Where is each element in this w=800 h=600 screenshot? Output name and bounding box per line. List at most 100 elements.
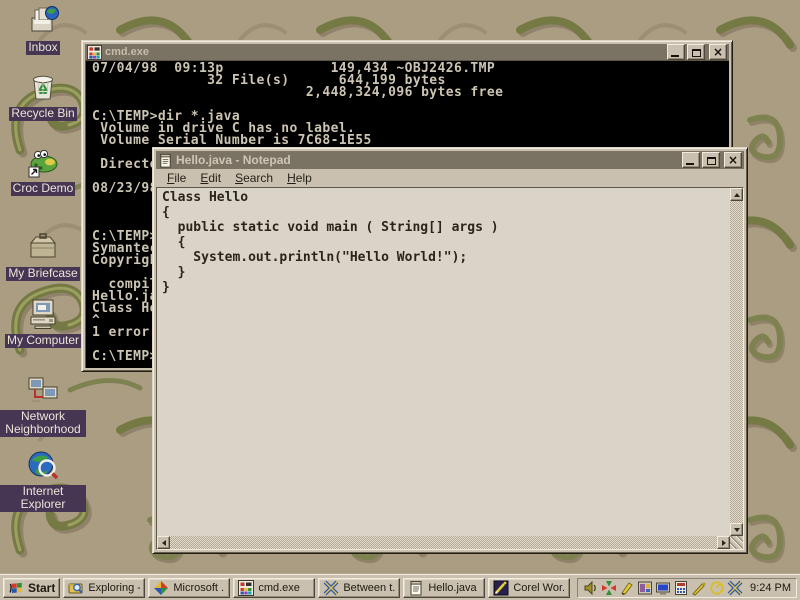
scroll-down-button[interactable]: [730, 523, 743, 536]
cmd-title: cmd.exe: [105, 46, 664, 58]
notepad-window-controls: ×: [682, 152, 742, 168]
pen-icon[interactable]: [691, 580, 707, 596]
desktop-icon-label: My Briefcase: [6, 267, 79, 281]
cmd-minimize-button[interactable]: [667, 44, 685, 60]
cmd-maximize-button[interactable]: [687, 44, 705, 60]
vertical-scrollbar[interactable]: [730, 188, 743, 536]
volume-icon[interactable]: [583, 580, 599, 596]
notepad-menubar: FileEditSearchHelp: [156, 169, 744, 187]
system-tray: 9:24 PM: [577, 578, 797, 598]
scroll-up-button[interactable]: [730, 188, 743, 201]
tray-icon-strip: [583, 580, 743, 596]
taskbar-button-label: Corel Wor...: [513, 582, 565, 594]
taskbar-button-label: Microsoft ...: [173, 582, 225, 594]
minimize-icon: [671, 55, 679, 57]
pencil-icon[interactable]: [619, 580, 635, 596]
notepad-edit-area[interactable]: Class Hello{ public static void main ( S…: [157, 188, 730, 536]
desktop-icon-my-computer[interactable]: My Computer: [0, 297, 86, 349]
scroll-right-button[interactable]: [717, 536, 730, 549]
scroll-left-button[interactable]: [157, 536, 170, 549]
desktop-icon-inbox[interactable]: Inbox: [0, 4, 86, 56]
menu-search[interactable]: Search: [228, 170, 280, 186]
corel-icon: [493, 580, 509, 596]
editor-line: {: [162, 205, 730, 220]
editor-line: }: [162, 280, 730, 295]
desktop-icon-label: Inbox: [26, 41, 59, 55]
menu-file[interactable]: File: [160, 170, 193, 186]
menu-help[interactable]: Help: [280, 170, 319, 186]
desktop-icon-label: Network Neighborhood: [0, 410, 86, 437]
notepad-window: Hello.java - Notepad × FileEditSearchHel…: [152, 147, 748, 554]
notepad-title: Hello.java - Notepad: [176, 153, 679, 167]
menu-edit[interactable]: Edit: [193, 170, 228, 186]
maximize-icon: [707, 157, 716, 165]
notepad-client-area: Class Hello{ public static void main ( S…: [156, 187, 744, 550]
cmd-titlebar[interactable]: cmd.exe ×: [85, 44, 729, 60]
taskbar: Start Exploring -... Microsoft ... cmd.exe…: [0, 574, 800, 600]
taskbar-button-hello-java[interactable]: Hello.java ...: [403, 578, 485, 598]
editor-line: public static void main ( String[] args …: [162, 220, 730, 235]
desktop-icon-network-neighborhood[interactable]: Network Neighborhood: [0, 374, 86, 438]
desktop-icon-croc-demo[interactable]: Croc Demo: [0, 145, 86, 197]
notepad-icon: [158, 153, 173, 168]
taskbar-button-cmd-exe[interactable]: cmd.exe: [233, 578, 315, 598]
minimize-icon: [686, 163, 694, 165]
notepad-maximize-button[interactable]: [702, 152, 720, 168]
desktop-icon-label: My Computer: [5, 334, 81, 348]
close-icon: ×: [710, 46, 726, 59]
arrow-left-icon: [162, 540, 166, 546]
explorer-icon: [68, 580, 84, 596]
network-neighborhood-icon: [0, 374, 86, 408]
display-settings-icon[interactable]: [655, 580, 671, 596]
croc-demo-icon: [0, 145, 86, 179]
close-icon: ×: [725, 154, 741, 167]
desktop-icon-my-briefcase[interactable]: My Briefcase: [0, 230, 86, 282]
msdos-icon: [87, 45, 102, 60]
editor-line: System.out.println("Hello World!");: [162, 250, 730, 265]
cmd-window-controls: ×: [667, 44, 727, 60]
clock[interactable]: 9:24 PM: [750, 582, 791, 594]
desktop-icon-recycle-bin[interactable]: Recycle Bin: [0, 70, 86, 122]
arrow-up-icon: [734, 193, 740, 197]
keyboard-layout-icon[interactable]: [637, 580, 653, 596]
spiral-g-icon[interactable]: [709, 580, 725, 596]
my-computer-icon: [0, 297, 86, 331]
cmd-close-button[interactable]: ×: [709, 44, 727, 60]
windows-flag-icon: [8, 580, 24, 596]
taskbar-button-label: Hello.java ...: [428, 582, 480, 594]
taskbar-button-between-t[interactable]: Between t...: [318, 578, 400, 598]
notepad-close-button[interactable]: ×: [724, 152, 742, 168]
horizontal-scrollbar[interactable]: [157, 536, 730, 549]
resize-grip[interactable]: [730, 536, 743, 549]
desktop-icon-label: Internet Explorer: [0, 485, 86, 512]
taskbar-button-corel-wor[interactable]: Corel Wor...: [488, 578, 570, 598]
editor-line: }: [162, 265, 730, 280]
taskbar-button-label: cmd.exe: [258, 582, 300, 594]
editor-line: {: [162, 235, 730, 250]
notepad-minimize-button[interactable]: [682, 152, 700, 168]
task-button-strip: Exploring -... Microsoft ... cmd.exe Betwee…: [63, 578, 570, 598]
inward-arrows-icon[interactable]: [601, 580, 617, 596]
start-label: Start: [28, 581, 55, 595]
x-blue-yellow-icon: [323, 580, 339, 596]
editor-line: Class Hello: [162, 190, 730, 205]
taskbar-button-exploring[interactable]: Exploring -...: [63, 578, 145, 598]
internet-explorer-icon: [0, 449, 86, 483]
desktop-icon-internet-explorer[interactable]: Internet Explorer: [0, 449, 86, 513]
desktop-icon-label: Recycle Bin: [9, 107, 76, 121]
inbox-icon: [0, 4, 86, 38]
calculator-icon[interactable]: [673, 580, 689, 596]
notepad-titlebar[interactable]: Hello.java - Notepad ×: [156, 151, 744, 169]
desktop-icon-label: Croc Demo: [11, 182, 76, 196]
maximize-icon: [692, 49, 701, 57]
notepad-icon: [408, 580, 424, 596]
terminal-line: 2,448,324,096 bytes free: [92, 87, 729, 99]
arrow-down-icon: [734, 528, 740, 532]
x-blue-yellow-icon[interactable]: [727, 580, 743, 596]
taskbar-button-microsoft[interactable]: Microsoft ...: [148, 578, 230, 598]
terminal-line: Volume Serial Number is 7C68-1E55: [92, 135, 729, 147]
taskbar-button-label: Between t...: [343, 582, 395, 594]
office-icon: [153, 580, 169, 596]
start-button[interactable]: Start: [3, 578, 60, 598]
arrow-right-icon: [722, 540, 726, 546]
